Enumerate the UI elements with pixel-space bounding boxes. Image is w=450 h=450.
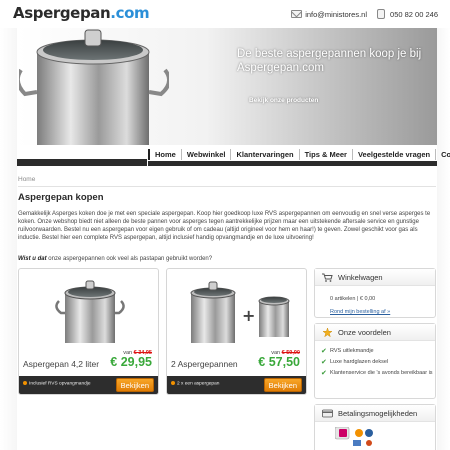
payment-box: Betalingsmogelijkheden <box>314 404 436 450</box>
advantages-title: Onze voordelen <box>338 328 391 337</box>
list-item: ✔ RVS uitlekmandje <box>321 348 433 355</box>
credit-card-icon <box>322 409 333 418</box>
view-product-button[interactable]: Bekijken <box>263 378 302 392</box>
product-price: € 57,50 <box>258 355 300 369</box>
payment-title: Betalingsmogelijkheden <box>338 409 418 418</box>
nav-item-webwinkel[interactable]: Webwinkel <box>180 149 231 160</box>
header: Aspergepan.com info@ministores.nl 050 82… <box>0 0 450 28</box>
tip-bold: Wist u dat <box>18 256 47 262</box>
site-logo[interactable]: Aspergepan.com <box>13 4 150 22</box>
advantages-box: Onze voordelen ✔ RVS uitlekmandje ✔ Luxe h… <box>314 323 436 399</box>
advantage-text: Klantenservice die 's avonds bereikbaar … <box>330 370 433 376</box>
page-frame-right <box>437 28 450 450</box>
phone-icon <box>377 9 386 19</box>
advantages-list: ✔ RVS uitlekmandje ✔ Luxe hardglazen dekse… <box>321 348 433 381</box>
check-icon: ✔ <box>321 348 327 355</box>
logo-main: Aspergepan <box>13 4 111 22</box>
tip-rest: onze aspergepannen ook veel als pastapan… <box>46 256 213 262</box>
aspergepan-hero-image <box>19 29 169 145</box>
cart-title: Winkelwagen <box>338 273 383 282</box>
nav-item-faq[interactable]: Veelgestelde vragen <box>351 149 435 160</box>
product-footer: 2 x een aspergepan Bekijken <box>167 376 306 394</box>
product-description: 2 x een aspergepan <box>171 381 219 386</box>
check-icon: ✔ <box>321 370 327 377</box>
view-product-button[interactable]: Bekijken <box>115 378 154 392</box>
product-image-2-aspergepannen: + <box>190 281 290 343</box>
nav-item-home[interactable]: Home <box>148 149 181 160</box>
nav-item-contact[interactable]: Contact <box>435 149 450 160</box>
tip-text: Wist u dat onze aspergepannen ook veel a… <box>18 256 212 262</box>
nav-item-klantervaringen[interactable]: Klantervaringen <box>230 149 298 160</box>
breadcrumb[interactable]: Home <box>18 176 35 183</box>
svg-text:+: + <box>242 306 255 325</box>
page: Aspergepan.com info@ministores.nl 050 82… <box>0 0 450 450</box>
divider <box>18 186 436 187</box>
page-title: Aspergepan kopen <box>18 192 104 203</box>
nav-item-tips[interactable]: Tips & Meer <box>298 149 352 160</box>
advantage-text: Luxe hardglazen deksel <box>330 359 389 365</box>
header-contact: info@ministores.nl 050 82 00 246 <box>291 9 438 19</box>
main-nav: Home Webwinkel Klantervaringen Tips & Me… <box>17 145 450 166</box>
nav-items: Home Webwinkel Klantervaringen Tips & Me… <box>148 149 450 160</box>
check-icon: ✔ <box>321 359 327 366</box>
checkout-link[interactable]: Rond mijn bestelling af » <box>330 309 390 315</box>
cart-header: Winkelwagen <box>315 269 435 286</box>
cart-box: Winkelwagen 0 artikelen | € 0,00 Rond mi… <box>314 268 436 318</box>
intro-text: Gemakkelijk Asperges koken doe je met ee… <box>18 211 431 241</box>
header-email[interactable]: info@ministores.nl <box>305 10 367 19</box>
list-item: ✔ Klantenservice die 's avonds bereikbaar… <box>321 370 433 377</box>
product-description-text: Inclusief RVS opvangmandje <box>29 381 91 387</box>
product-price: € 29,95 <box>110 355 152 369</box>
product-card-2-aspergepannen[interactable]: + van € 59,90 2 Aspergepannen € 57,50 2 … <box>166 268 307 395</box>
hero-title-line1: De beste aspergepannen koop je bij <box>237 48 422 60</box>
advantage-text: RVS uitlekmandje <box>330 348 374 354</box>
nav-underline <box>148 161 437 166</box>
hero-cta-link[interactable]: Bekijk onze producten <box>249 97 318 104</box>
payment-header: Betalingsmogelijkheden <box>315 405 435 422</box>
product-description: Inclusief RVS opvangmandje <box>23 381 91 386</box>
nav-accent-bar <box>17 159 147 166</box>
product-name[interactable]: Aspergepan 4,2 liter <box>23 359 99 369</box>
bullet-icon <box>171 381 175 385</box>
advantages-header: Onze voordelen <box>315 324 435 341</box>
header-phone: 050 82 00 246 <box>390 9 438 19</box>
hero-banner[interactable]: De beste aspergepannen koop je bij Asper… <box>17 28 437 145</box>
product-image-aspergepan <box>55 280 125 343</box>
product-description-text: 2 x een aspergepan <box>177 381 220 387</box>
product-card-aspergepan[interactable]: van € 34,95 Aspergepan 4,2 liter € 29,95… <box>18 268 159 395</box>
hero-title: De beste aspergepannen koop je bij Asper… <box>237 47 421 75</box>
logo-tld: .com <box>110 4 150 22</box>
cart-count: 0 artikelen | € 0,00 <box>330 296 376 302</box>
star-icon <box>322 328 333 337</box>
shopping-cart-icon <box>322 273 333 282</box>
payment-method-icons <box>335 427 373 446</box>
bullet-icon <box>23 381 27 385</box>
list-item: ✔ Luxe hardglazen deksel <box>321 359 433 366</box>
hero-title-line2: Aspergepan.com <box>237 62 324 74</box>
mail-icon <box>291 10 303 18</box>
product-footer: Inclusief RVS opvangmandje Bekijken <box>19 376 158 394</box>
page-frame-left <box>0 28 17 450</box>
product-name[interactable]: 2 Aspergepannen <box>171 359 238 369</box>
